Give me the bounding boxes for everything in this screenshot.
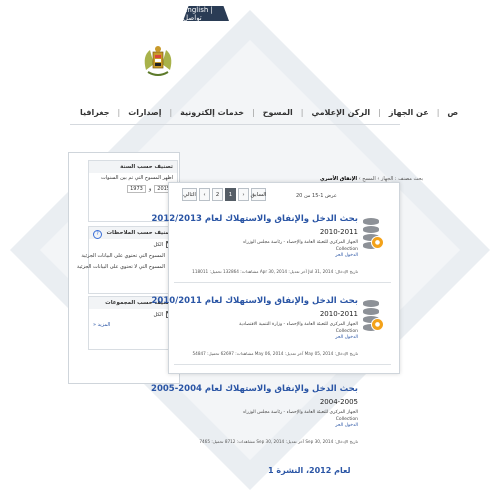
- result-producer: الجهاز المركزي للتعبئة العامة والإحصاء -…: [239, 322, 358, 327]
- result-description: الجهاز المركزي للتعبئة العامة والإحصاء -…: [218, 240, 358, 260]
- partial-result-title-link[interactable]: لعام 2012، النشرة 1: [268, 466, 350, 475]
- pager-page-1[interactable]: 1: [225, 188, 236, 201]
- nav-item-about[interactable]: عن الجهاز: [389, 108, 429, 117]
- tab-right-wing: [230, 10, 238, 20]
- result-access-link[interactable]: الدخول الحر: [218, 335, 358, 342]
- nav-separator: |: [300, 107, 304, 117]
- top-language-tab[interactable]: English | تواصل: [183, 6, 229, 21]
- main-nav: جغرافيا | إصدارات | خدمات إلكترونية | ال…: [80, 102, 458, 122]
- year-range-row: 2015 و 1973: [89, 183, 177, 195]
- pager-prev-arrow[interactable]: ‹: [238, 188, 249, 201]
- collection-all-label: الكل: [153, 311, 163, 318]
- pager-next-button[interactable]: التالي: [182, 188, 197, 201]
- collection-all-row[interactable]: الكل: [89, 308, 177, 320]
- result-title-link[interactable]: بحث الدخل والإنفاق والاستهلاك لعام 2010/…: [151, 296, 358, 306]
- result-title-link[interactable]: بحث الدخل والإنفاق والاستهلاك لعام 2004-…: [151, 384, 358, 394]
- nav-item-publications[interactable]: إصدارات: [128, 108, 161, 117]
- database-icon: ●: [363, 300, 385, 334]
- year-from-select[interactable]: 1973: [127, 185, 146, 193]
- result-item: ● بحث الدخل والإنفاق والاستهلاك لعام 201…: [151, 290, 395, 368]
- notes-filter-title: تصنيف حسب الملاحظات: [89, 227, 177, 239]
- microdata-badge-icon: ●: [371, 236, 384, 249]
- pager: السابق ‹ 1 2 › التالي: [182, 188, 266, 201]
- result-item: ● بحث الدخل والإنفاق والاستهلاك لعام 201…: [151, 208, 395, 286]
- pager-next-arrow[interactable]: ›: [199, 188, 210, 201]
- notes-filter-card: ? تصنيف حسب الملاحظات الكل المسوح التي ت…: [77, 226, 178, 294]
- help-icon[interactable]: ?: [93, 230, 102, 239]
- pager-prev-button[interactable]: السابق: [251, 188, 266, 201]
- nav-separator: |: [169, 107, 173, 117]
- nav-separator: |: [378, 107, 381, 117]
- nav-separator: |: [252, 107, 255, 117]
- top-tab-label: English | تواصل: [183, 5, 213, 22]
- database-icon: ●: [363, 218, 385, 252]
- microdata-badge-icon: ●: [371, 318, 384, 331]
- nav-item-media[interactable]: الركن الإعلامي: [312, 108, 371, 117]
- result-divider: [174, 364, 391, 365]
- result-item: بحث الدخل والإنفاق والاستهلاك لعام 2004-…: [151, 378, 395, 456]
- nav-item-surveys[interactable]: المسوح: [263, 108, 293, 117]
- notes-option-label: المسوح التي لا تحتوي على البيانات الجزئي…: [76, 263, 165, 270]
- result-meta: تاريخ الإدخال: Jul 31, 2014 آخر تعديل: A…: [192, 269, 358, 274]
- result-description: الجهاز المركزي للتعبئة العامة والإحصاء -…: [218, 410, 358, 430]
- nav-item-geography[interactable]: جغرافيا: [80, 108, 110, 117]
- nav-item-eservices[interactable]: خدمات إلكترونية: [180, 108, 244, 117]
- collection-more-link[interactable]: المزيد «: [89, 320, 177, 330]
- year-joiner: و: [148, 186, 152, 192]
- result-title-link[interactable]: بحث الدخل والإنفاق والاستهلاك لعام 2012/…: [151, 214, 358, 224]
- nav-item-partial[interactable]: ص: [447, 108, 458, 117]
- notes-all-label: الكل: [153, 241, 163, 248]
- result-count: عرض 1-15 من 20: [296, 193, 337, 199]
- result-years: 2010-2011: [319, 228, 358, 236]
- notes-option-label: المسوح التي تحتوي على البيانات الجزئية: [81, 252, 165, 259]
- result-access-link[interactable]: الدخول الحر: [218, 423, 358, 430]
- result-divider: [174, 282, 391, 283]
- tab-left-wing: [174, 10, 182, 20]
- notes-option-row[interactable]: المسوح التي لا تحتوي على البيانات الجزئي…: [77, 261, 177, 272]
- result-meta: تاريخ الإدخال: Sep 30, 2014 آخر تعديل: S…: [199, 439, 358, 444]
- notes-all-row[interactable]: الكل: [89, 238, 177, 250]
- pager-page-2[interactable]: 2: [212, 188, 223, 201]
- result-years: 2004-2005: [319, 398, 358, 406]
- emblem-logo-icon[interactable]: [138, 42, 178, 82]
- year-filter-card: تصنيف حسب السنة اظهر المسوح التي تم بين …: [88, 160, 178, 222]
- nav-separator: |: [117, 107, 121, 117]
- nav-separator: |: [436, 107, 440, 117]
- year-filter-label: اظهر المسوح التي تم بين السنوات: [100, 175, 173, 181]
- result-years: 2010-2011: [319, 310, 358, 318]
- year-filter-title: تصنيف حسب السنة: [89, 161, 177, 173]
- result-description: الجهاز المركزي للتعبئة العامة والإحصاء -…: [218, 322, 358, 342]
- nav-divider: [70, 124, 400, 125]
- notes-option-row[interactable]: المسوح التي تحتوي على البيانات الجزئية: [81, 250, 177, 261]
- result-access-link[interactable]: الدخول الحر: [218, 253, 358, 260]
- result-meta: تاريخ الإدخال: May 05, 2014 آخر تعديل: M…: [192, 351, 358, 356]
